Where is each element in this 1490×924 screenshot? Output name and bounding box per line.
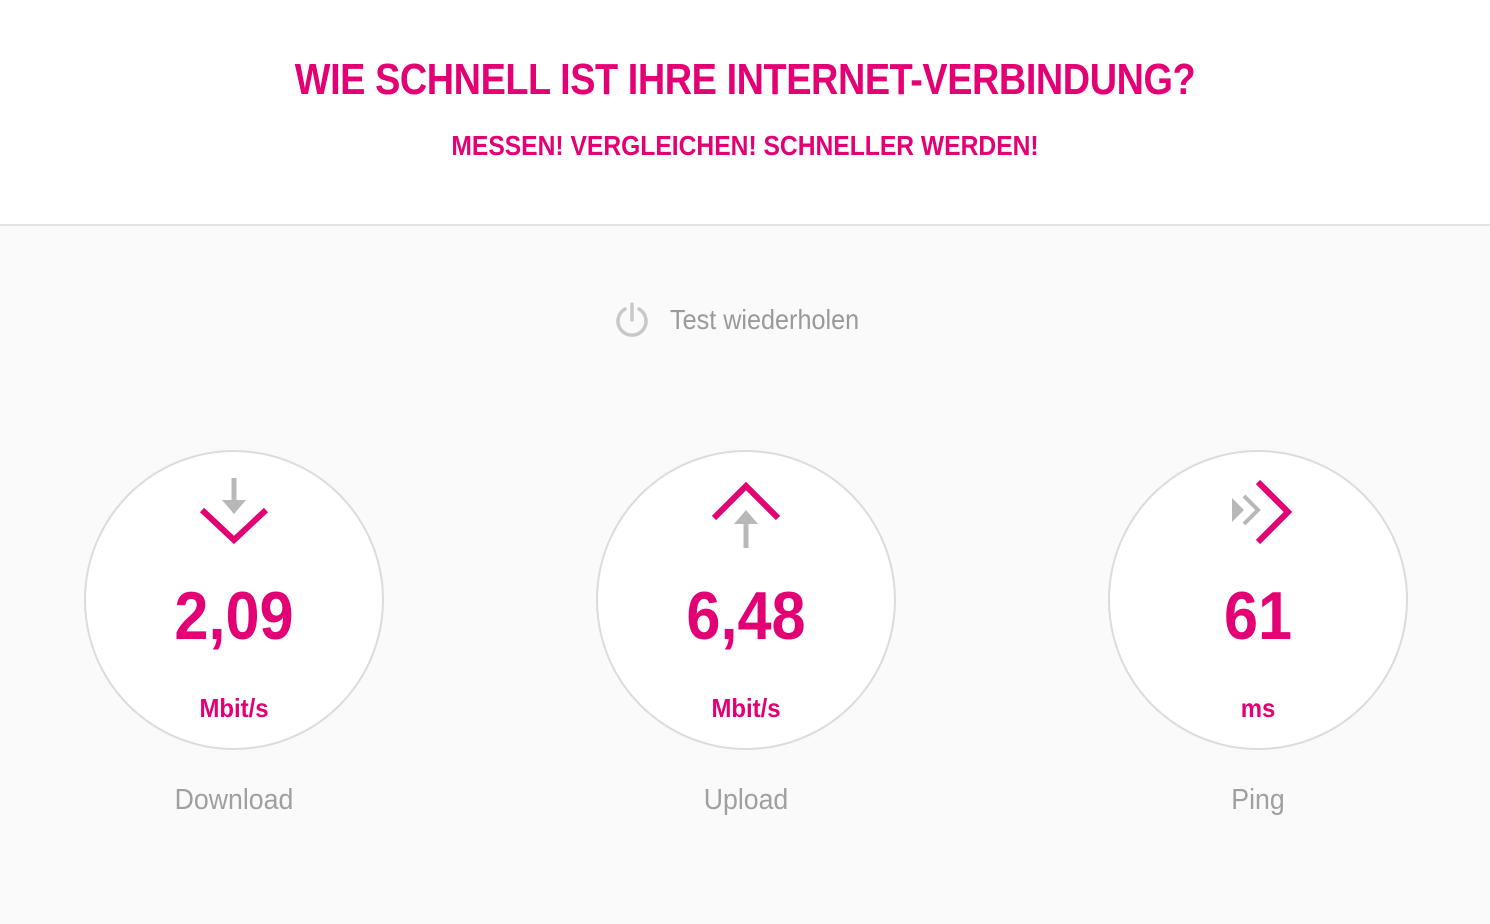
metric-circle: 6,48 Mbit/s: [596, 450, 896, 750]
retest-button[interactable]: Test wiederholen: [612, 300, 880, 340]
download-value: 2,09: [174, 578, 294, 654]
ping-label: Ping: [1231, 784, 1285, 816]
ping-value: 61: [1223, 578, 1293, 654]
metric-download: 2,09 Mbit/s Download: [84, 450, 384, 817]
speedtest-results: Test wiederholen 2,09 Mbit/s Download 6,…: [0, 226, 1490, 924]
page-title: WIE SCHNELL IST IHRE INTERNET-VERBINDUNG…: [294, 55, 1196, 104]
metric-circle: 61 ms: [1108, 450, 1408, 750]
download-label: Download: [174, 784, 294, 816]
power-icon: [612, 300, 652, 340]
retest-label: Test wiederholen: [670, 304, 860, 335]
metric-ping: 61 ms Ping: [1108, 450, 1408, 817]
page-header: WIE SCHNELL IST IHRE INTERNET-VERBINDUNG…: [0, 0, 1490, 226]
metric-circle: 2,09 Mbit/s: [84, 450, 384, 750]
ping-chevrons-icon: [1218, 474, 1298, 554]
download-unit: Mbit/s: [199, 693, 269, 723]
upload-arrow-icon: [706, 474, 786, 554]
page-subtitle: MESSEN! VERGLEICHEN! SCHNELLER WERDEN!: [451, 130, 1039, 161]
upload-value: 6,48: [686, 578, 806, 654]
upload-unit: Mbit/s: [711, 693, 781, 723]
download-arrow-icon: [194, 474, 274, 554]
upload-label: Upload: [703, 784, 789, 816]
metric-upload: 6,48 Mbit/s Upload: [596, 450, 896, 817]
ping-unit: ms: [1240, 693, 1276, 723]
